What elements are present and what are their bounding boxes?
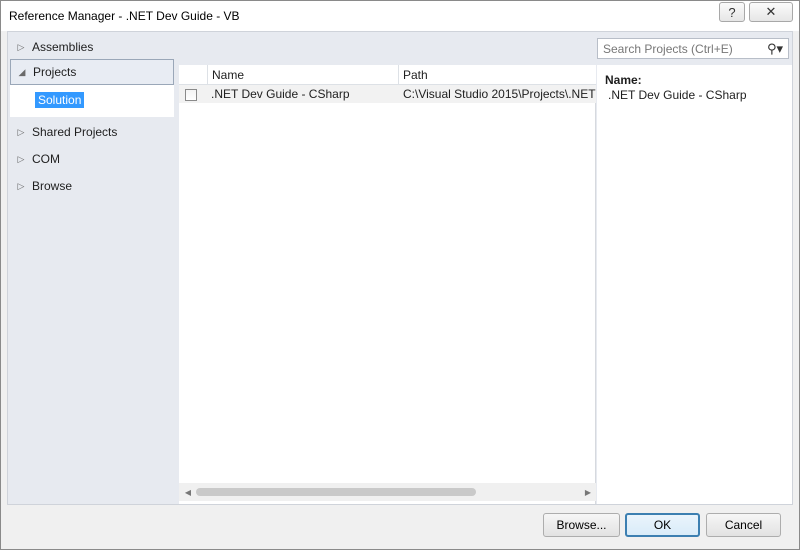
nav-item-label: Assemblies [32,40,94,54]
browse-button[interactable]: Browse... [543,513,620,537]
horizontal-scrollbar[interactable]: ◀ ▶ [179,483,596,501]
details-panel: Name: .NET Dev Guide - CSharp [597,65,792,504]
nav-item-browse[interactable]: ▷ Browse [10,173,174,199]
details-name-value: .NET Dev Guide - CSharp [608,88,747,102]
nav-item-com[interactable]: ▷ COM [10,146,174,172]
column-header-path[interactable]: Path [399,65,596,85]
scroll-left-icon[interactable]: ◀ [181,485,195,499]
nav-item-label: COM [32,152,60,166]
column-header-check[interactable] [179,65,208,85]
search-box[interactable]: Search Projects (Ctrl+E) ⚲▾ [597,38,789,59]
triangle-right-icon: ▷ [17,180,25,191]
nav-item-label: Browse [32,179,73,193]
reference-manager-dialog: Reference Manager - .NET Dev Guide - VB … [0,0,800,550]
cancel-button[interactable]: Cancel [706,513,781,537]
triangle-right-icon: ▷ [17,153,25,164]
close-icon: ✕ [765,4,777,19]
help-icon: ? [728,4,736,20]
nav-subitem-solution[interactable]: Solution [10,85,174,117]
project-list: Name Path .NET Dev Guide - CSharp C:\Vis… [179,65,596,504]
help-button[interactable]: ? [719,2,745,22]
nav-item-label: Shared Projects [32,125,118,139]
nav-item-assemblies[interactable]: ▷ Assemblies [10,34,174,60]
column-header-name[interactable]: Name [208,65,399,85]
triangle-down-icon: ◢ [18,66,26,77]
nav-item-projects[interactable]: ◢ Projects [10,59,174,85]
row-path: C:\Visual Studio 2015\Projects\.NET Dev … [403,87,596,101]
ok-button[interactable]: OK [625,513,700,537]
window-title: Reference Manager - .NET Dev Guide - VB [9,9,240,23]
category-nav: ▷ Assemblies ◢ Projects Solution ▷ Share… [8,32,176,504]
scroll-right-icon[interactable]: ▶ [581,485,595,499]
close-button[interactable]: ✕ [749,2,793,22]
details-name-label: Name: [605,73,642,87]
search-input[interactable]: Search Projects (Ctrl+E) [598,42,762,56]
list-header: Name Path [179,65,596,85]
triangle-right-icon: ▷ [17,126,25,137]
dialog-content: ▷ Assemblies ◢ Projects Solution ▷ Share… [7,31,793,505]
triangle-right-icon: ▷ [17,41,25,52]
nav-item-shared-projects[interactable]: ▷ Shared Projects [10,119,174,145]
nav-item-label: Projects [33,65,77,79]
scroll-thumb[interactable] [196,488,476,496]
table-row[interactable]: .NET Dev Guide - CSharp C:\Visual Studio… [179,85,596,103]
title-bar: Reference Manager - .NET Dev Guide - VB … [1,1,799,31]
row-name: .NET Dev Guide - CSharp [211,87,350,101]
include-checkbox[interactable] [185,89,197,101]
nav-subitem-label: Solution [35,92,85,108]
search-icon[interactable]: ⚲▾ [762,41,788,57]
